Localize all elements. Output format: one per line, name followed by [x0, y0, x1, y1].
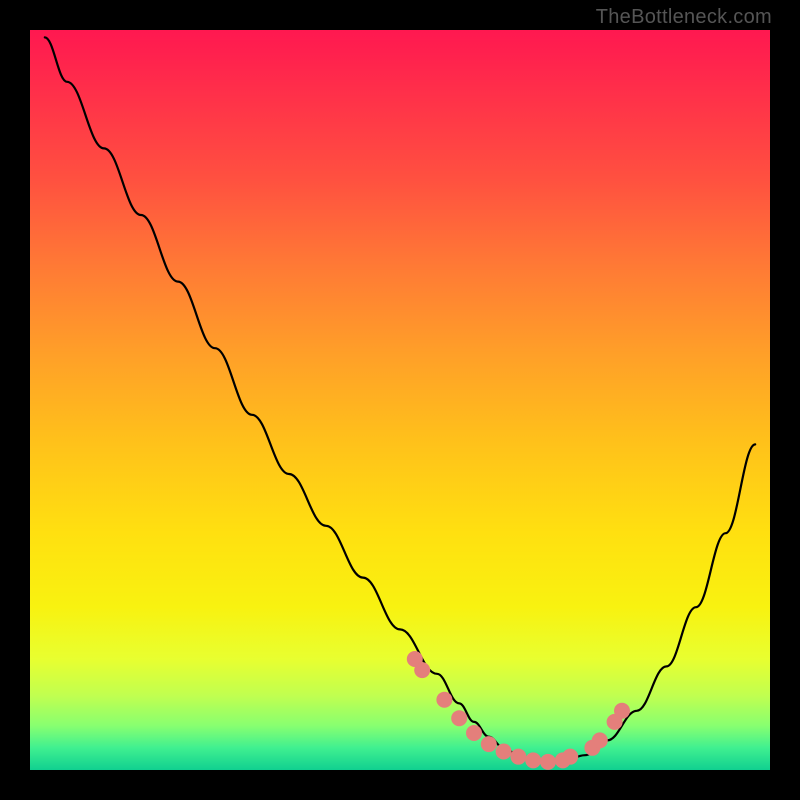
highlight-dot [510, 749, 526, 765]
watermark-text: TheBottleneck.com [596, 6, 772, 29]
highlight-dot [414, 662, 430, 678]
highlight-dot [525, 752, 541, 768]
highlight-dot [562, 749, 578, 765]
bottleneck-curve [45, 37, 755, 762]
highlight-dot [496, 744, 512, 760]
highlight-dot [466, 725, 482, 741]
highlight-dot [436, 692, 452, 708]
chart-stage: TheBottleneck.com [0, 0, 800, 800]
highlight-dot [540, 754, 556, 770]
highlight-dot [451, 710, 467, 726]
highlight-dots [407, 651, 630, 770]
highlight-dot [481, 736, 497, 752]
plot-area [30, 30, 770, 770]
highlight-dot [614, 703, 630, 719]
highlight-dot [592, 732, 608, 748]
chart-overlay [30, 30, 770, 770]
